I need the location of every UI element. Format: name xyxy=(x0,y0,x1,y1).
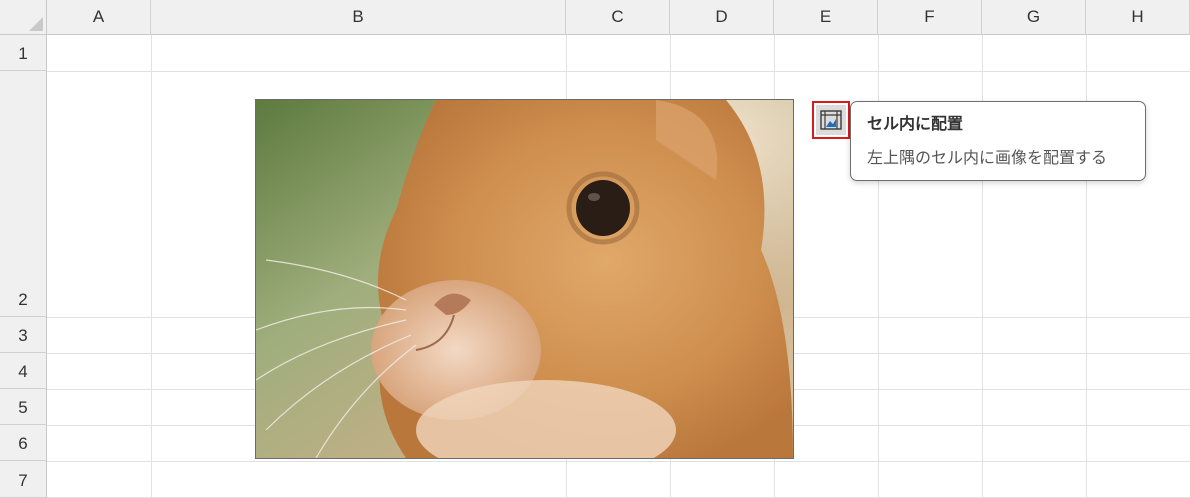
rabbit-photo[interactable] xyxy=(255,99,794,459)
row-header-1[interactable]: 1 xyxy=(0,35,47,71)
column-header-a[interactable]: A xyxy=(47,0,151,35)
row-header-5[interactable]: 5 xyxy=(0,389,47,425)
place-in-cell-button[interactable] xyxy=(812,101,850,139)
tooltip: セル内に配置 左上隅のセル内に画像を配置する xyxy=(850,101,1146,181)
column-header-d[interactable]: D xyxy=(670,0,774,35)
row-header-3[interactable]: 3 xyxy=(0,317,47,353)
gridline xyxy=(47,461,1190,462)
row-header-7[interactable]: 7 xyxy=(0,461,47,498)
column-header-g[interactable]: G xyxy=(982,0,1086,35)
row-header-2[interactable]: 2 xyxy=(0,71,47,317)
tooltip-title: セル内に配置 xyxy=(867,116,964,133)
row-header-4[interactable]: 4 xyxy=(0,353,47,389)
tooltip-description: 左上隅のセル内に画像を配置する xyxy=(867,150,1108,167)
column-header-h[interactable]: H xyxy=(1086,0,1190,35)
gridline xyxy=(151,35,152,498)
place-in-cell-button-face xyxy=(816,105,846,135)
rabbit-photo-image xyxy=(256,100,793,458)
column-header-f[interactable]: F xyxy=(878,0,982,35)
select-all-corner[interactable] xyxy=(0,0,47,35)
column-header-c[interactable]: C xyxy=(566,0,670,35)
gridline xyxy=(47,71,1190,72)
row-header-6[interactable]: 6 xyxy=(0,425,47,461)
column-header-b[interactable]: B xyxy=(151,0,566,35)
picture-in-cell-icon xyxy=(820,110,842,130)
select-all-triangle xyxy=(29,17,43,31)
column-header-e[interactable]: E xyxy=(774,0,878,35)
